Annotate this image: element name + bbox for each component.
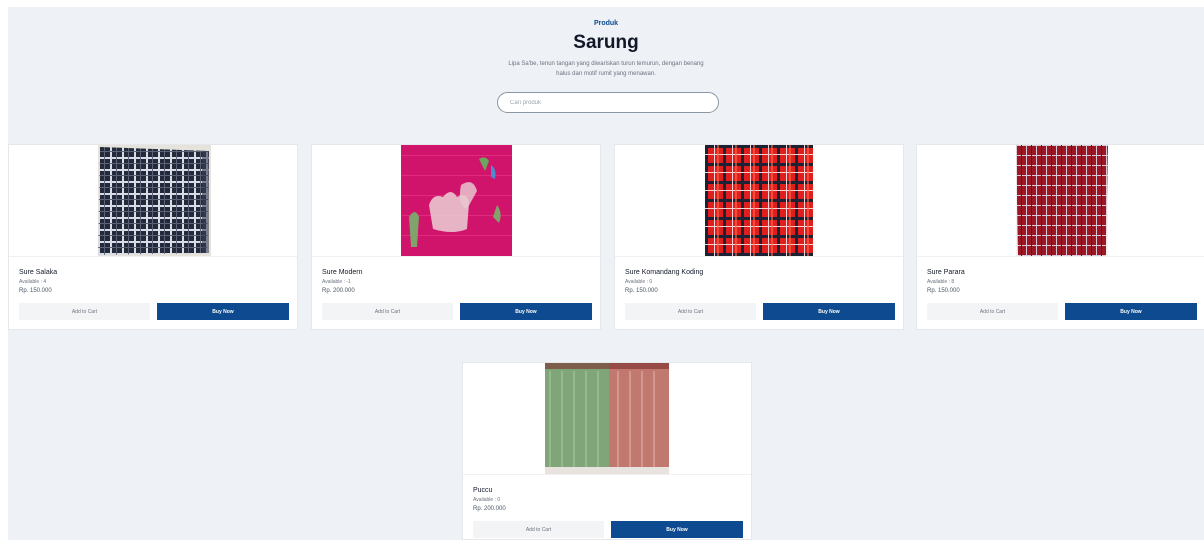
product-image[interactable] bbox=[1016, 145, 1108, 257]
section-eyebrow: Produk bbox=[593, 20, 619, 27]
product-price: Rp. 150.000 bbox=[19, 288, 52, 294]
add-to-cart-button[interactable]: Add to Cart bbox=[322, 303, 453, 320]
product-image-wrap bbox=[9, 145, 297, 257]
hero-section: Produk Sarung Lipa Sa'be, tenun tangan y… bbox=[8, 7, 1204, 143]
add-to-cart-button[interactable]: Add to Cart bbox=[19, 303, 150, 320]
product-price: Rp. 200.000 bbox=[322, 288, 355, 294]
product-availability: Available : 0 bbox=[473, 497, 501, 503]
product-image-wrap bbox=[917, 145, 1204, 257]
product-card-sure-modern: Sure Modern Available : -1 Rp. 200.000 A… bbox=[311, 144, 601, 330]
product-image-wrap bbox=[615, 145, 903, 257]
product-card-sure-komandang-koding: Sure Komandang Koding Available : 0 Rp. … bbox=[614, 144, 904, 330]
product-image-wrap bbox=[463, 363, 751, 475]
product-image[interactable] bbox=[98, 145, 211, 257]
page-description: Lipa Sa'be, tenun tangan yang diwariskan… bbox=[508, 61, 704, 77]
product-name: Puccu bbox=[473, 487, 493, 494]
add-to-cart-button[interactable]: Add to Cart bbox=[927, 303, 1058, 320]
buy-now-button[interactable]: Buy Now bbox=[157, 303, 289, 320]
product-card-puccu: Puccu Available : 0 Rp. 200.000 Add to C… bbox=[462, 362, 752, 540]
product-availability: Available : 8 bbox=[927, 279, 955, 285]
buy-now-button[interactable]: Buy Now bbox=[611, 521, 743, 538]
buy-now-button[interactable]: Buy Now bbox=[460, 303, 592, 320]
product-name: Sure Parara bbox=[927, 269, 965, 276]
product-card-sure-salaka: Sure Salaka Available : 4 Rp. 150.000 Ad… bbox=[8, 144, 298, 330]
product-name: Sure Salaka bbox=[19, 269, 58, 276]
search-input[interactable] bbox=[497, 92, 719, 113]
buy-now-button[interactable]: Buy Now bbox=[1065, 303, 1197, 320]
product-page: Produk Sarung Lipa Sa'be, tenun tangan y… bbox=[8, 7, 1204, 540]
buy-now-button[interactable]: Buy Now bbox=[763, 303, 895, 320]
page-title: Sarung bbox=[573, 32, 639, 53]
product-availability: Available : 0 bbox=[625, 279, 653, 285]
product-image-wrap bbox=[312, 145, 600, 257]
product-image[interactable] bbox=[401, 145, 512, 257]
product-price: Rp. 150.000 bbox=[625, 288, 658, 294]
product-card-sure-parara: Sure Parara Available : 8 Rp. 150.000 Ad… bbox=[916, 144, 1204, 330]
add-to-cart-button[interactable]: Add to Cart bbox=[625, 303, 756, 320]
product-availability: Available : -1 bbox=[322, 279, 351, 285]
product-availability: Available : 4 bbox=[19, 279, 47, 285]
product-name: Sure Komandang Koding bbox=[625, 269, 704, 276]
product-price: Rp. 200.000 bbox=[473, 506, 506, 512]
product-image[interactable] bbox=[705, 145, 813, 257]
product-image[interactable] bbox=[545, 363, 669, 475]
product-price: Rp. 150.000 bbox=[927, 288, 960, 294]
add-to-cart-button[interactable]: Add to Cart bbox=[473, 521, 604, 538]
product-name: Sure Modern bbox=[322, 269, 363, 276]
